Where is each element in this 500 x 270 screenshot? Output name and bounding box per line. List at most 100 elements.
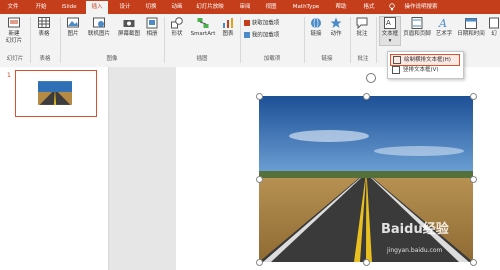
smartart-label: SmartArt bbox=[190, 31, 216, 37]
shapes-button[interactable]: 形状 bbox=[168, 17, 186, 38]
get-addins-button[interactable]: 获取加载项 bbox=[244, 20, 300, 28]
tab-file[interactable]: 文件 bbox=[2, 0, 24, 14]
textbox-button[interactable]: A 文本框 ▾ bbox=[379, 16, 401, 46]
table-button[interactable]: 表格 bbox=[34, 17, 54, 38]
new-slide-label-2: 幻灯片 bbox=[5, 38, 23, 44]
resize-handle[interactable] bbox=[470, 259, 477, 266]
tab-insert[interactable]: 插入 bbox=[86, 1, 108, 14]
star-action-icon bbox=[330, 17, 342, 28]
resize-handle[interactable] bbox=[470, 176, 477, 183]
resize-handle[interactable] bbox=[256, 176, 263, 183]
group-label-addins: 加载项 bbox=[263, 56, 281, 62]
tab-home[interactable]: 开始 bbox=[30, 0, 52, 14]
group-label-illustrations: 插图 bbox=[196, 56, 208, 62]
album-button[interactable]: 相册 bbox=[144, 17, 160, 38]
online-picture-label: 联机图片 bbox=[87, 31, 110, 37]
online-picture-icon bbox=[93, 17, 105, 28]
horizontal-textbox-label: 绘制横排文本框(H) bbox=[404, 57, 451, 63]
comment-label: 批注 bbox=[356, 31, 368, 37]
tab-format[interactable]: 格式 bbox=[358, 0, 380, 14]
datetime-label: 日期和时间 bbox=[457, 31, 485, 37]
chevron-down-icon: ▾ bbox=[388, 38, 392, 44]
resize-handle[interactable] bbox=[363, 93, 370, 100]
road-thumbnail-image bbox=[38, 81, 72, 105]
group-label-tables: 表格 bbox=[39, 56, 51, 62]
smartart-button[interactable]: SmartArt bbox=[188, 17, 218, 38]
my-addins-button[interactable]: 我的加载项 bbox=[244, 32, 300, 40]
tab-view[interactable]: 视图 bbox=[260, 0, 282, 14]
wordart-button[interactable]: A 艺术字 bbox=[434, 17, 454, 38]
resize-handle[interactable] bbox=[470, 93, 477, 100]
horizontal-textbox-icon bbox=[393, 55, 401, 64]
get-addins-label: 获取加载项 bbox=[251, 20, 280, 27]
textbox-dropdown-menu: 绘制横排文本框(H) 竖排文本框(V) bbox=[387, 51, 464, 79]
picture-icon bbox=[67, 17, 79, 28]
screenshot-button[interactable]: 屏幕截图 bbox=[116, 17, 142, 38]
store-icon bbox=[244, 20, 250, 26]
action-button[interactable]: 动作 bbox=[328, 17, 344, 38]
slide-thumbnail-pane: 1 bbox=[0, 67, 109, 270]
slide-number-button[interactable]: 幻 bbox=[488, 17, 500, 38]
svg-text:A: A bbox=[386, 19, 391, 27]
ribbon-tab-bar: 文件 开始 iSlide 插入 设计 切换 动画 幻灯片放映 审阅 视图 Mat… bbox=[0, 0, 500, 14]
camera-icon bbox=[123, 20, 135, 27]
header-footer-label: 页眉和页脚 bbox=[403, 31, 431, 37]
vertical-textbox-label: 竖排文本框(V) bbox=[403, 67, 439, 73]
comment-button[interactable]: 批注 bbox=[354, 17, 370, 38]
watermark-subtext: jingyan.baidu.com bbox=[387, 247, 443, 254]
table-icon bbox=[38, 17, 50, 28]
comment-icon bbox=[356, 17, 368, 29]
textbox-label: 文本框 bbox=[381, 31, 399, 37]
chart-button[interactable]: 图表 bbox=[220, 17, 236, 38]
my-addins-label: 我的加载项 bbox=[251, 32, 280, 39]
slide-number-label: 幻 bbox=[491, 31, 497, 37]
tab-islide[interactable]: iSlide bbox=[58, 0, 80, 14]
picture-label: 图片 bbox=[67, 31, 79, 37]
group-label-links: 链接 bbox=[321, 56, 333, 62]
tab-design[interactable]: 设计 bbox=[114, 0, 136, 14]
slide-thumbnail[interactable] bbox=[15, 70, 97, 117]
new-slide-label-1: 新建 bbox=[8, 31, 20, 37]
picture-button[interactable]: 图片 bbox=[64, 17, 82, 38]
lightbulb-icon bbox=[388, 0, 396, 14]
resize-handle[interactable] bbox=[363, 259, 370, 266]
wordart-icon: A bbox=[438, 17, 447, 29]
resize-handle[interactable] bbox=[256, 93, 263, 100]
header-footer-icon bbox=[411, 17, 423, 29]
textbox-icon: A bbox=[384, 17, 396, 29]
tab-slideshow[interactable]: 幻灯片放映 bbox=[190, 0, 230, 14]
table-label: 表格 bbox=[38, 31, 50, 37]
watermark-text: Baidu经验 bbox=[381, 222, 449, 237]
group-label-slides: 幻灯片 bbox=[6, 56, 24, 62]
header-footer-button[interactable]: 页眉和页脚 bbox=[402, 17, 432, 38]
album-label: 相册 bbox=[146, 31, 158, 37]
slide-picture[interactable]: Baidu经验 jingyan.baidu.com bbox=[259, 96, 473, 262]
separator bbox=[376, 17, 377, 63]
vertical-textbox-icon bbox=[392, 65, 400, 74]
smartart-icon bbox=[197, 18, 209, 28]
shapes-icon bbox=[171, 17, 183, 29]
link-label: 链接 bbox=[310, 31, 322, 37]
tab-review[interactable]: 审阅 bbox=[234, 0, 256, 14]
group-label-comments: 批注 bbox=[357, 56, 369, 62]
link-button[interactable]: 链接 bbox=[308, 17, 324, 38]
action-label: 动作 bbox=[330, 31, 342, 37]
menu-item-vertical-textbox[interactable]: 竖排文本框(V) bbox=[390, 65, 460, 75]
rotate-handle[interactable] bbox=[366, 73, 376, 83]
tab-transitions[interactable]: 切换 bbox=[140, 0, 162, 14]
tell-me-search[interactable]: 操作说明搜索 bbox=[398, 0, 444, 14]
new-slide-button[interactable]: 新建 幻灯片 bbox=[3, 17, 25, 45]
tab-mathtype[interactable]: MathType bbox=[288, 0, 324, 14]
tab-animations[interactable]: 动画 bbox=[166, 0, 188, 14]
road-photo bbox=[259, 96, 473, 262]
screenshot-label: 屏幕截图 bbox=[117, 31, 140, 37]
tab-help[interactable]: 帮助 bbox=[330, 0, 352, 14]
shapes-label: 形状 bbox=[171, 31, 183, 37]
datetime-button[interactable]: 日期和时间 bbox=[456, 17, 486, 38]
addins-icon bbox=[244, 32, 250, 38]
globe-link-icon bbox=[311, 17, 321, 29]
online-picture-button[interactable]: 联机图片 bbox=[84, 17, 114, 38]
new-slide-icon bbox=[8, 17, 20, 28]
resize-handle[interactable] bbox=[256, 259, 263, 266]
chart-label: 图表 bbox=[222, 31, 234, 37]
